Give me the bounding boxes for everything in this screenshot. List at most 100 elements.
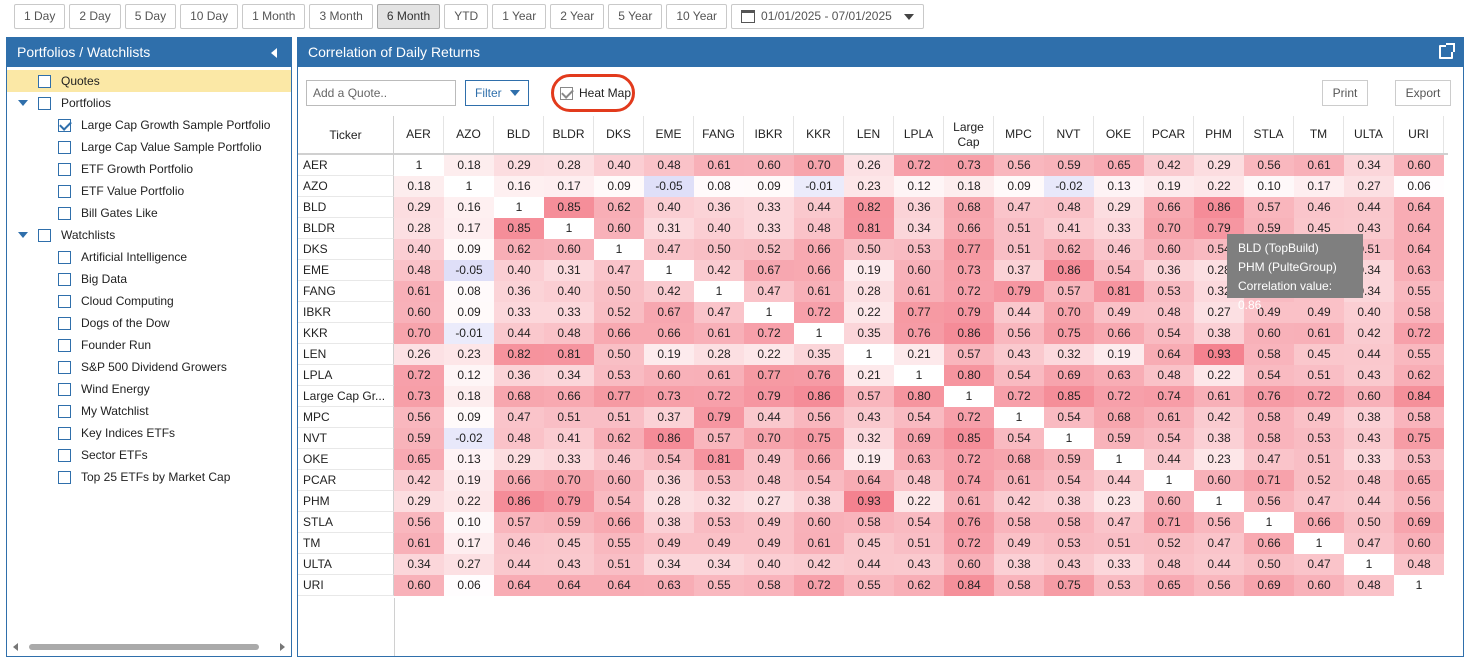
correlation-cell[interactable]: 0.61 <box>694 155 744 176</box>
column-header[interactable]: IBKR <box>744 116 794 153</box>
correlation-cell[interactable]: 0.54 <box>594 491 644 512</box>
correlation-cell[interactable]: 0.61 <box>1144 407 1194 428</box>
correlation-cell[interactable]: 0.58 <box>844 512 894 533</box>
correlation-cell[interactable]: 0.09 <box>994 176 1044 197</box>
correlation-cell[interactable]: 0.53 <box>1294 428 1344 449</box>
correlation-cell[interactable]: 0.48 <box>894 470 944 491</box>
correlation-cell[interactable]: 0.47 <box>994 197 1044 218</box>
range-button[interactable]: 10 Year <box>666 4 728 29</box>
correlation-cell[interactable]: 0.19 <box>444 470 494 491</box>
correlation-cell[interactable]: 0.27 <box>1194 302 1244 323</box>
correlation-cell[interactable]: 0.62 <box>894 575 944 596</box>
correlation-cell[interactable]: 0.53 <box>594 365 644 386</box>
correlation-cell[interactable]: 0.60 <box>794 512 844 533</box>
correlation-cell[interactable]: 0.59 <box>1094 428 1144 449</box>
correlation-cell[interactable]: 0.80 <box>944 365 994 386</box>
row-ticker[interactable]: LPLA <box>298 365 394 386</box>
correlation-cell[interactable]: 0.56 <box>1394 491 1444 512</box>
correlation-cell[interactable]: 0.76 <box>894 323 944 344</box>
tree-item[interactable]: ETF Value Portfolio <box>7 180 291 202</box>
tree-item[interactable]: Wind Energy <box>7 378 291 400</box>
correlation-cell[interactable]: 0.18 <box>394 176 444 197</box>
correlation-cell[interactable]: 0.76 <box>1244 386 1294 407</box>
tree-item[interactable]: Dogs of the Dow <box>7 312 291 334</box>
correlation-cell[interactable]: -0.02 <box>444 428 494 449</box>
correlation-cell[interactable]: 0.60 <box>394 302 444 323</box>
correlation-cell[interactable]: 0.49 <box>694 533 744 554</box>
tree-checkbox[interactable] <box>58 294 71 308</box>
correlation-cell[interactable]: 0.13 <box>1094 176 1144 197</box>
correlation-cell[interactable]: 0.48 <box>744 470 794 491</box>
correlation-cell[interactable]: 0.40 <box>394 239 444 260</box>
correlation-cell[interactable]: 0.53 <box>694 512 744 533</box>
correlation-cell[interactable]: 0.56 <box>1244 155 1294 176</box>
correlation-cell[interactable]: 0.63 <box>1394 260 1444 281</box>
correlation-cell[interactable]: 0.44 <box>1344 491 1394 512</box>
correlation-cell[interactable]: 0.51 <box>1294 449 1344 470</box>
correlation-cell[interactable]: 0.54 <box>1144 428 1194 449</box>
correlation-cell[interactable]: 0.42 <box>1194 407 1244 428</box>
correlation-cell[interactable]: 0.28 <box>544 155 594 176</box>
correlation-cell[interactable]: 0.70 <box>1144 218 1194 239</box>
correlation-cell[interactable]: 0.81 <box>844 218 894 239</box>
correlation-cell[interactable]: 0.43 <box>1044 554 1094 575</box>
correlation-cell[interactable]: 0.29 <box>394 197 444 218</box>
correlation-cell[interactable]: 0.38 <box>1044 491 1094 512</box>
correlation-cell[interactable]: 0.72 <box>894 155 944 176</box>
correlation-cell[interactable]: 0.56 <box>1194 512 1244 533</box>
tree-item[interactable]: Large Cap Growth Sample Portfolio <box>7 114 291 136</box>
correlation-cell[interactable]: 0.09 <box>444 302 494 323</box>
correlation-cell[interactable]: 0.48 <box>1044 197 1094 218</box>
correlation-cell[interactable]: 0.48 <box>1144 302 1194 323</box>
correlation-cell[interactable]: 0.35 <box>844 323 894 344</box>
correlation-cell[interactable]: 0.19 <box>1094 344 1144 365</box>
tree-checkbox[interactable] <box>58 118 71 132</box>
correlation-cell[interactable]: 0.81 <box>694 449 744 470</box>
correlation-cell[interactable]: 0.09 <box>444 239 494 260</box>
tree-item[interactable]: Large Cap Value Sample Portfolio <box>7 136 291 158</box>
correlation-cell[interactable]: 0.66 <box>794 449 844 470</box>
correlation-cell[interactable]: 0.72 <box>794 302 844 323</box>
correlation-cell[interactable]: 0.38 <box>1194 428 1244 449</box>
correlation-cell[interactable]: 0.53 <box>894 239 944 260</box>
tree-checkbox[interactable] <box>38 228 51 242</box>
correlation-cell[interactable]: 0.64 <box>544 575 594 596</box>
correlation-cell[interactable]: 0.54 <box>894 407 944 428</box>
correlation-cell[interactable]: 0.85 <box>494 218 544 239</box>
column-header[interactable]: LEN <box>844 116 894 153</box>
correlation-cell[interactable]: 0.10 <box>1244 176 1294 197</box>
correlation-cell[interactable]: 0.48 <box>794 218 844 239</box>
correlation-cell[interactable]: 0.34 <box>644 554 694 575</box>
correlation-cell[interactable]: 0.28 <box>644 491 694 512</box>
correlation-cell[interactable]: 0.60 <box>644 365 694 386</box>
correlation-cell[interactable]: 0.62 <box>1394 365 1444 386</box>
correlation-cell[interactable]: 0.09 <box>594 176 644 197</box>
correlation-cell[interactable]: 0.48 <box>1394 554 1444 575</box>
correlation-cell[interactable]: 0.51 <box>994 218 1044 239</box>
export-button[interactable]: Export <box>1395 80 1451 106</box>
correlation-cell[interactable]: 0.48 <box>1344 575 1394 596</box>
correlation-cell[interactable]: 0.55 <box>844 575 894 596</box>
correlation-cell[interactable]: 0.60 <box>544 239 594 260</box>
correlation-cell[interactable]: 0.81 <box>544 344 594 365</box>
correlation-cell[interactable]: 0.47 <box>694 302 744 323</box>
correlation-cell[interactable]: 1 <box>1344 554 1394 575</box>
correlation-cell[interactable]: 0.72 <box>1094 386 1144 407</box>
correlation-cell[interactable]: 0.58 <box>994 575 1044 596</box>
correlation-cell[interactable]: 0.61 <box>994 470 1044 491</box>
correlation-cell[interactable]: 0.45 <box>544 533 594 554</box>
correlation-cell[interactable]: -0.01 <box>794 176 844 197</box>
correlation-cell[interactable]: 0.33 <box>1344 449 1394 470</box>
row-ticker[interactable]: BLDR <box>298 218 394 239</box>
correlation-cell[interactable]: 0.47 <box>1344 533 1394 554</box>
correlation-cell[interactable]: 0.72 <box>1294 386 1344 407</box>
correlation-cell[interactable]: 0.36 <box>894 197 944 218</box>
correlation-cell[interactable]: 0.51 <box>1294 365 1344 386</box>
correlation-cell[interactable]: 0.57 <box>1244 197 1294 218</box>
tree-checkbox[interactable] <box>58 470 71 484</box>
range-button[interactable]: 2 Year <box>550 4 605 29</box>
correlation-cell[interactable]: -0.01 <box>444 323 494 344</box>
correlation-cell[interactable]: 1 <box>694 281 744 302</box>
correlation-cell[interactable]: 0.61 <box>694 365 744 386</box>
correlation-cell[interactable]: 0.48 <box>1344 470 1394 491</box>
